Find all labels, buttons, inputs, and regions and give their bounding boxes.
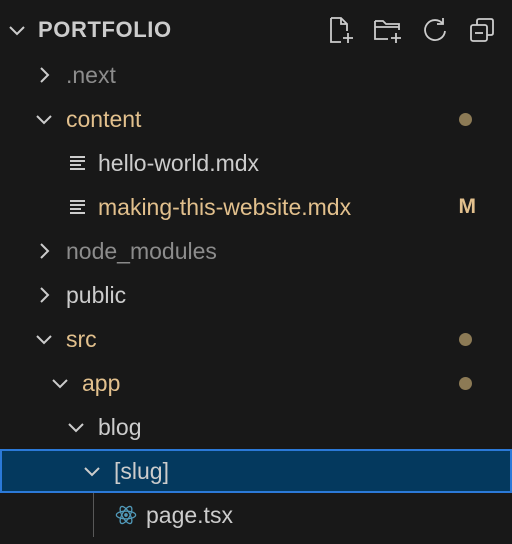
git-modified-dot [459,113,472,126]
react-icon [115,505,137,525]
tree-folder-app[interactable]: app [0,361,512,405]
refresh-icon[interactable] [419,14,451,46]
tree-item-label: public [66,282,127,308]
tree-item-label: src [66,326,97,352]
chevron-down-icon[interactable] [33,108,55,130]
tree-file-making-this-website-mdx[interactable]: making-this-website.mdx M [0,185,512,229]
file-lines-icon [70,200,85,214]
chevron-right-icon[interactable] [33,240,55,262]
tree-folder-blog[interactable]: blog [0,405,512,449]
tree-item-label: node_modules [66,238,217,264]
tree-item-label: app [82,370,121,396]
explorer-header[interactable]: PORTFOLIO [0,8,512,52]
tree-folder-content[interactable]: content [0,97,512,141]
chevron-right-icon[interactable] [33,284,55,306]
tree-file-hello-world-mdx[interactable]: hello-world.mdx [0,141,512,185]
tree-item-label: content [66,106,142,132]
tree-item-label: blog [98,414,142,440]
tree-item-label: page.tsx [146,502,233,528]
tree-item-label: hello-world.mdx [98,150,260,176]
new-folder-icon[interactable] [372,14,404,46]
tree-file-page-tsx[interactable]: page.tsx [0,493,512,537]
git-status-badge: M [458,195,477,218]
tree-item-label: making-this-website.mdx [98,194,352,220]
tree-item-label: .next [66,62,116,88]
tree-folder-node-modules[interactable]: node_modules [0,229,512,273]
collapse-all-icon[interactable] [466,14,498,46]
tree-folder-slug[interactable]: [slug] [0,449,512,493]
tree-folder-public[interactable]: public [0,273,512,317]
explorer-actions [325,14,498,46]
file-lines-icon [70,156,85,170]
chevron-down-icon[interactable] [33,328,55,350]
chevron-down-icon[interactable] [81,460,103,482]
tree-item-label: [slug] [114,458,169,484]
explorer-panel: PORTFOLIO .next content hello-world.mdx … [0,0,512,544]
workspace-title[interactable]: PORTFOLIO [38,17,172,43]
chevron-down-icon[interactable] [6,19,28,41]
git-modified-dot [459,377,472,390]
tree-folder-next[interactable]: .next [0,53,512,97]
chevron-down-icon[interactable] [65,416,87,438]
chevron-down-icon[interactable] [49,372,71,394]
tree-folder-src[interactable]: src [0,317,512,361]
git-modified-dot [459,333,472,346]
indent-guide [93,493,94,537]
chevron-right-icon[interactable] [33,64,55,86]
new-file-icon[interactable] [325,14,357,46]
